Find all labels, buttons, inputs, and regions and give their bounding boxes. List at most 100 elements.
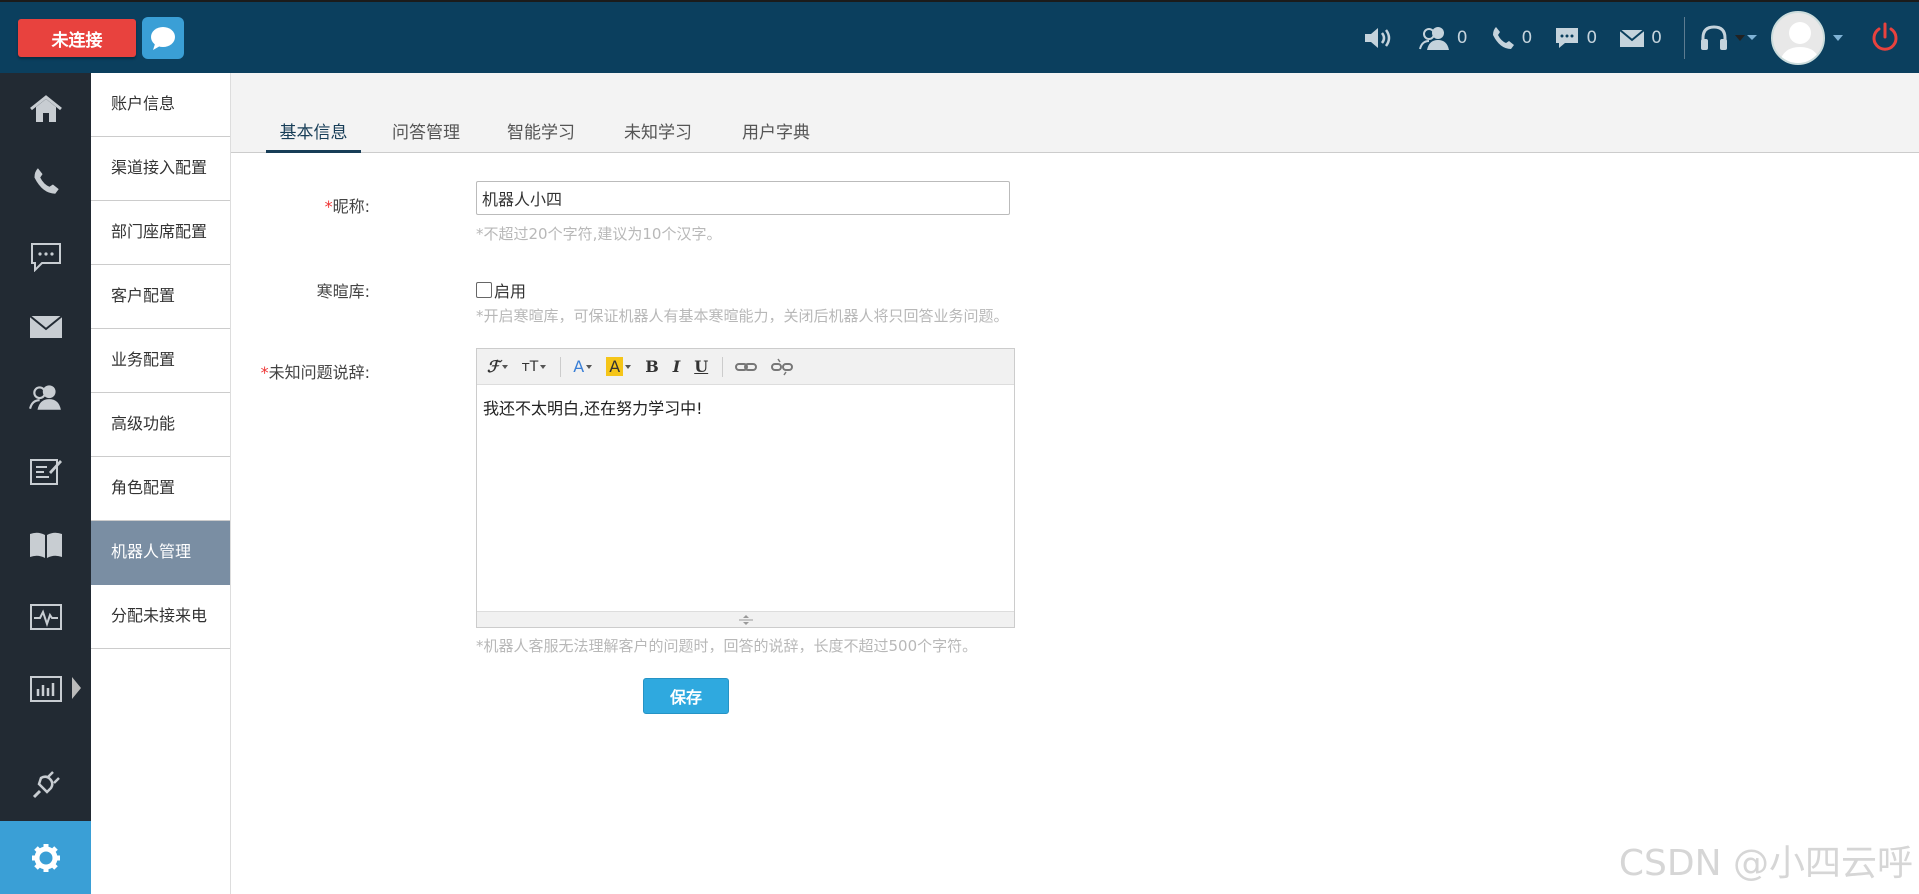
headset-dropdown[interactable]: [1699, 24, 1757, 52]
tab-user-dictionary[interactable]: 用户字典: [731, 113, 821, 153]
submenu-item-missed-calls[interactable]: 分配未接来电: [91, 585, 230, 649]
nav-expand-arrow-icon[interactable]: [72, 677, 81, 699]
headset-caret-icon: [1735, 34, 1745, 41]
logout-button[interactable]: [1869, 22, 1901, 54]
chat-button[interactable]: [142, 17, 184, 59]
message-icon: [1556, 27, 1579, 48]
font-size-button[interactable]: ᴛT: [522, 359, 547, 375]
calls-counter[interactable]: 0: [1490, 25, 1533, 51]
emails-counter[interactable]: 0: [1619, 27, 1662, 49]
tab-unknown-learning[interactable]: 未知学习: [613, 113, 703, 153]
underline-icon: U: [694, 357, 709, 376]
font-size-icon: ᴛT: [521, 358, 539, 375]
watermark: CSDN @小四云呼: [1618, 843, 1913, 884]
book-icon: [29, 532, 62, 558]
link-icon: [735, 362, 758, 371]
top-bar: 未连接 0 0 0 0: [0, 0, 1919, 73]
font-family-icon: ℱ: [487, 357, 500, 376]
unknown-label: *未知问题说辞:: [150, 359, 370, 383]
required-mark: *: [324, 197, 333, 216]
submenu-item-advanced[interactable]: 高级功能: [91, 393, 230, 457]
nav-monitor[interactable]: [0, 581, 91, 653]
editor-toolbar: ℱ ᴛT A A B I U: [477, 349, 1014, 385]
submenu-item-account[interactable]: 账户信息: [91, 73, 230, 137]
emails-count: 0: [1651, 27, 1662, 48]
unlink-icon: [771, 358, 794, 375]
chat-icon: [30, 243, 61, 272]
highlight-button[interactable]: A: [606, 357, 632, 376]
nav-phone[interactable]: [0, 145, 91, 217]
submenu-item-channel[interactable]: 渠道接入配置: [91, 137, 230, 201]
phone-icon: [1492, 26, 1514, 49]
messages-counter[interactable]: 0: [1554, 26, 1597, 50]
highlight-icon: A: [606, 357, 624, 376]
nickname-hint: *不超过20个字符,建议为10个汉字。: [476, 225, 722, 243]
smalltalk-toggle[interactable]: 启用: [476, 278, 526, 302]
tab-qa-management[interactable]: 问答管理: [381, 113, 471, 153]
nav-home[interactable]: [0, 73, 91, 145]
calls-count: 0: [1521, 27, 1533, 48]
smalltalk-label: 寒暄库:: [316, 282, 370, 301]
volume-button[interactable]: [1363, 25, 1397, 51]
agents-counter[interactable]: 0: [1418, 25, 1468, 51]
avatar[interactable]: [1771, 10, 1825, 65]
submenu-item-robot[interactable]: 机器人管理: [91, 521, 230, 585]
users-icon: [1418, 26, 1449, 50]
underline-button[interactable]: U: [694, 357, 708, 376]
font-family-button[interactable]: ℱ: [487, 357, 508, 376]
bold-icon: B: [645, 357, 659, 376]
toolbar-divider: [560, 356, 562, 377]
tab-bar: 基本信息 问答管理 智能学习 未知学习 用户字典: [231, 73, 1919, 153]
link-button[interactable]: [735, 361, 758, 373]
nickname-label-text: 昵称:: [332, 197, 370, 216]
tab-smart-learning[interactable]: 智能学习: [496, 113, 586, 153]
unknown-hint: *机器人客服无法理解客户的问题时，回答的说辞，长度不超过500个字符。: [476, 637, 978, 655]
unknown-label-text: 未知问题说辞:: [268, 363, 370, 382]
bold-button[interactable]: B: [645, 357, 659, 376]
nav-workorder[interactable]: [0, 435, 91, 507]
editor-content[interactable]: 我还不太明白,还在努力学习中!: [477, 385, 1014, 611]
user-silhouette-icon: [1773, 12, 1823, 63]
power-icon: [1872, 22, 1898, 51]
nickname-label: *昵称:: [150, 193, 370, 217]
resize-grip-icon: [738, 614, 753, 625]
smalltalk-checkbox-label: 启用: [494, 282, 527, 301]
smalltalk-hint: *开启寒暄库，可保证机器人有基本寒暄能力，关闭后机器人将只回答业务问题。: [476, 307, 1009, 325]
nav-plugin[interactable]: [0, 749, 91, 821]
nickname-input[interactable]: [476, 181, 1010, 215]
mail-icon: [1619, 28, 1645, 47]
unlink-button[interactable]: [771, 357, 794, 377]
chat-bubble-icon: [151, 27, 175, 50]
headset-caret-blue-icon: [1747, 35, 1757, 40]
toolbar-separator: [1684, 16, 1685, 59]
nav-chat[interactable]: [0, 221, 91, 293]
monitor-icon: [29, 604, 62, 630]
font-color-icon: A: [573, 357, 585, 376]
required-mark: *: [260, 363, 269, 382]
save-button[interactable]: 保存: [643, 678, 729, 714]
smalltalk-checkbox[interactable]: [476, 282, 492, 298]
edit-note-icon: [29, 459, 62, 485]
submenu-item-roles[interactable]: 角色配置: [91, 457, 230, 521]
home-icon: [29, 95, 62, 122]
messages-count: 0: [1586, 27, 1598, 48]
mail-icon: [28, 315, 63, 338]
toolbar-divider: [722, 356, 724, 377]
nav-knowledge[interactable]: [0, 509, 91, 581]
phone-icon: [33, 168, 59, 194]
editor-resize-handle[interactable]: [477, 611, 1014, 627]
italic-icon: I: [672, 357, 681, 376]
italic-button[interactable]: I: [673, 357, 680, 376]
main-nav: [0, 73, 91, 894]
connection-status-button[interactable]: 未连接: [18, 19, 136, 57]
avatar-caret-icon[interactable]: [1833, 34, 1843, 41]
nav-customers[interactable]: [0, 361, 91, 433]
speaker-icon: [1364, 27, 1390, 48]
users-icon: [28, 385, 61, 410]
nav-mail[interactable]: [0, 291, 91, 363]
font-color-button[interactable]: A: [573, 357, 593, 376]
nav-settings[interactable]: [0, 821, 91, 894]
main-content: 基本信息 问答管理 智能学习 未知学习 用户字典 *昵称: *不超过20个字符,…: [231, 73, 1919, 894]
plugin-icon: [32, 771, 60, 799]
tab-basic-info[interactable]: 基本信息: [266, 113, 361, 153]
